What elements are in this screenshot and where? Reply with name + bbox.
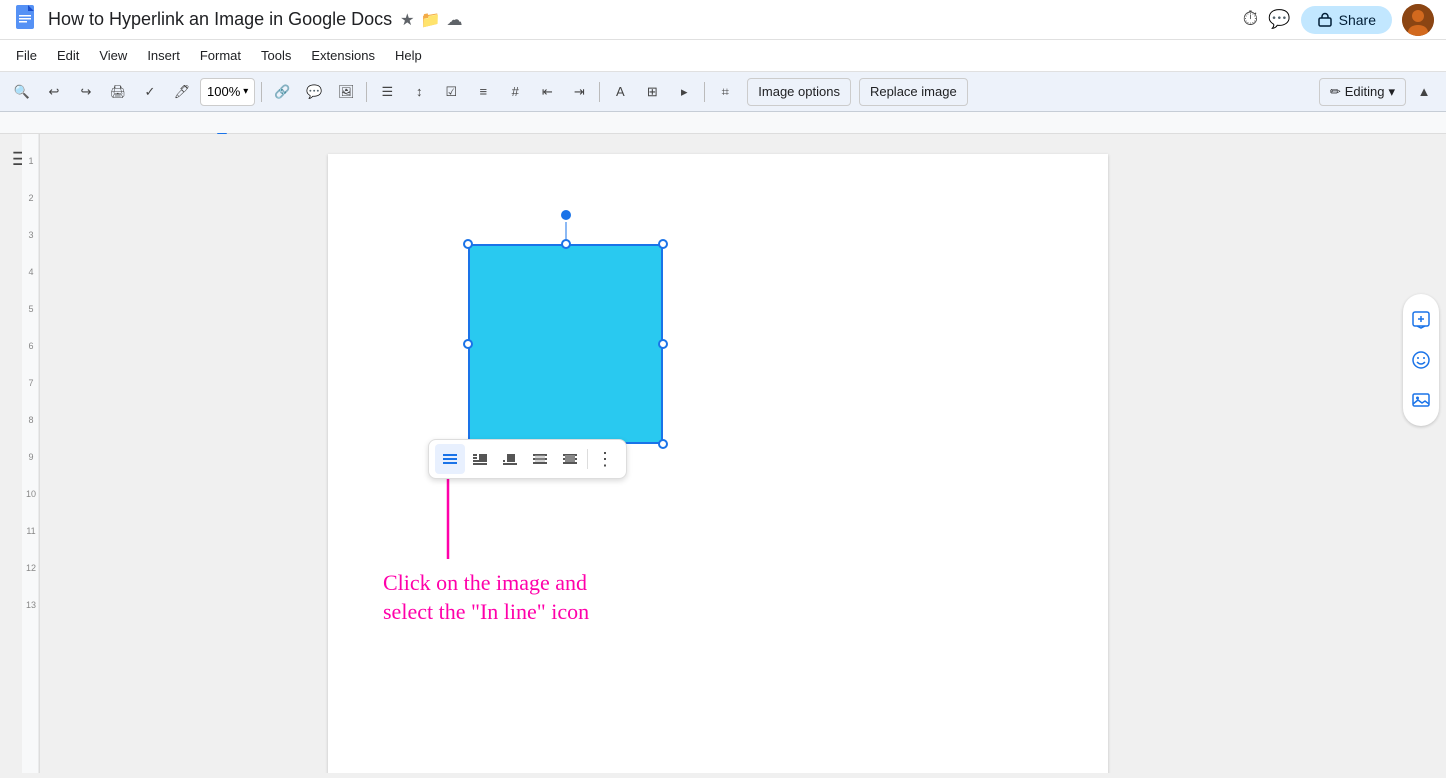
handle-middle-left[interactable] — [463, 339, 473, 349]
menu-help[interactable]: Help — [387, 44, 430, 67]
checklist-btn[interactable]: ☑ — [437, 78, 465, 106]
avatar[interactable] — [1402, 4, 1434, 36]
menu-format[interactable]: Format — [192, 44, 249, 67]
editing-button[interactable]: ✏ Editing ▾ — [1319, 78, 1406, 106]
redo-btn[interactable]: ↪ — [72, 78, 100, 106]
align-behind-btn[interactable] — [525, 444, 555, 474]
svg-text:9: 9 — [28, 452, 33, 462]
indent-decrease-btn[interactable]: ⇤ — [533, 78, 561, 106]
align-break-btn[interactable] — [495, 444, 525, 474]
svg-text:6: 6 — [28, 341, 33, 351]
add-comment-sidebar-btn[interactable] — [1403, 302, 1439, 338]
menu-extensions[interactable]: Extensions — [303, 44, 383, 67]
align-toolbar: ⋮ — [428, 439, 627, 479]
rotation-handle[interactable] — [561, 210, 571, 220]
app-icon — [12, 3, 40, 36]
paintformat-btn[interactable]: 🖊 — [168, 78, 196, 106]
menu-bar: File Edit View Insert Format Tools Exten… — [0, 40, 1446, 72]
align-sep — [587, 449, 588, 469]
menu-edit[interactable]: Edit — [49, 44, 87, 67]
cloud-icon: ☁ — [446, 10, 462, 30]
folder-icon[interactable]: 📁 — [421, 10, 441, 30]
align-wrap-btn[interactable] — [465, 444, 495, 474]
emoji-sidebar-btn[interactable] — [1403, 342, 1439, 378]
replace-image-button[interactable]: Replace image — [859, 78, 968, 106]
handle-top-right[interactable] — [658, 239, 668, 249]
main-area: ☰ 1 2 3 4 5 6 7 8 9 10 11 12 13 — [0, 134, 1446, 773]
page: ⋮ Click on the image and select the "In … — [328, 154, 1108, 773]
selected-image[interactable] — [468, 244, 663, 444]
menu-view[interactable]: View — [91, 44, 135, 67]
share-button[interactable]: Share — [1301, 6, 1392, 34]
title-actions: ★ 📁 ☁ — [400, 10, 462, 30]
svg-text:7: 7 — [28, 378, 33, 388]
doc-area: ⋮ Click on the image and select the "In … — [40, 134, 1396, 773]
collapse-btn[interactable]: ▲ — [1410, 78, 1438, 106]
title-right: ⏱ 💬 Share — [1243, 4, 1434, 36]
image-sidebar-btn[interactable] — [1403, 382, 1439, 418]
vertical-ruler: 1 2 3 4 5 6 7 8 9 10 11 12 13 — [22, 134, 40, 773]
image-btn[interactable]: 🖼 — [332, 78, 360, 106]
search-toolbar-btn[interactable]: 🔍 — [8, 78, 36, 106]
horizontal-ruler: -3 -2 -1 1 2 3 4 5 6 7 8 9 10 11 12 13 1… — [0, 112, 1446, 134]
svg-text:1: 1 — [28, 156, 33, 166]
svg-text:4: 4 — [28, 267, 33, 277]
annotation-text: Click on the image and select the "In li… — [383, 569, 589, 626]
menu-tools[interactable]: Tools — [253, 44, 299, 67]
svg-text:12: 12 — [26, 563, 36, 573]
right-sidebar — [1396, 134, 1446, 773]
title-bar: How to Hyperlink an Image in Google Docs… — [0, 0, 1446, 40]
link-btn[interactable]: 🔗 — [268, 78, 296, 106]
svg-text:8: 8 — [28, 415, 33, 425]
svg-text:10: 10 — [26, 489, 36, 499]
print-btn[interactable]: 🖨 — [104, 78, 132, 106]
pencil-icon: ✏ — [1330, 84, 1341, 100]
toolbar: 🔍 ↩ ↪ 🖨 ✓ 🖊 100%▾ 🔗 💬 🖼 ☰ ↕ ☑ ≡ # ⇤ ⇥ A … — [0, 72, 1446, 112]
star-icon[interactable]: ★ — [400, 10, 414, 30]
svg-text:5: 5 — [28, 304, 33, 314]
highlight-btn[interactable]: A — [606, 78, 634, 106]
comment-btn[interactable]: 💬 — [300, 78, 328, 106]
svg-text:13: 13 — [26, 600, 36, 610]
selected-image-container[interactable] — [468, 244, 663, 444]
menu-file[interactable]: File — [8, 44, 45, 67]
zoom-select[interactable]: 100%▾ — [200, 78, 255, 106]
align-front-btn[interactable] — [555, 444, 585, 474]
indent-increase-btn[interactable]: ⇥ — [565, 78, 593, 106]
more-btn[interactable]: ▸ — [670, 78, 698, 106]
list-btn[interactable]: ≡ — [469, 78, 497, 106]
image-options-button[interactable]: Image options — [747, 78, 851, 106]
handle-middle-right[interactable] — [658, 339, 668, 349]
linespace-btn[interactable]: ↕ — [405, 78, 433, 106]
handle-bottom-right[interactable] — [658, 439, 668, 449]
menu-insert[interactable]: Insert — [139, 44, 188, 67]
right-sidebar-panel — [1403, 294, 1439, 426]
crop-btn[interactable]: ⌗ — [711, 78, 739, 106]
spellcheck-btn[interactable]: ✓ — [136, 78, 164, 106]
svg-text:2: 2 — [28, 193, 33, 203]
svg-text:11: 11 — [26, 526, 35, 536]
align-inline-btn[interactable] — [435, 444, 465, 474]
undo-btn[interactable]: ↩ — [40, 78, 68, 106]
svg-text:3: 3 — [28, 230, 33, 240]
align-btn[interactable]: ☰ — [373, 78, 401, 106]
doc-title: How to Hyperlink an Image in Google Docs — [48, 9, 392, 30]
numlist-btn[interactable]: # — [501, 78, 529, 106]
align-more-btn[interactable]: ⋮ — [590, 444, 620, 474]
handle-top-center[interactable] — [561, 239, 571, 249]
comments-icon[interactable]: 💬 — [1268, 9, 1290, 30]
border-btn[interactable]: ⊞ — [638, 78, 666, 106]
editing-dropdown-icon: ▾ — [1388, 84, 1395, 100]
handle-top-left[interactable] — [463, 239, 473, 249]
history-icon[interactable]: ⏱ — [1243, 8, 1259, 31]
